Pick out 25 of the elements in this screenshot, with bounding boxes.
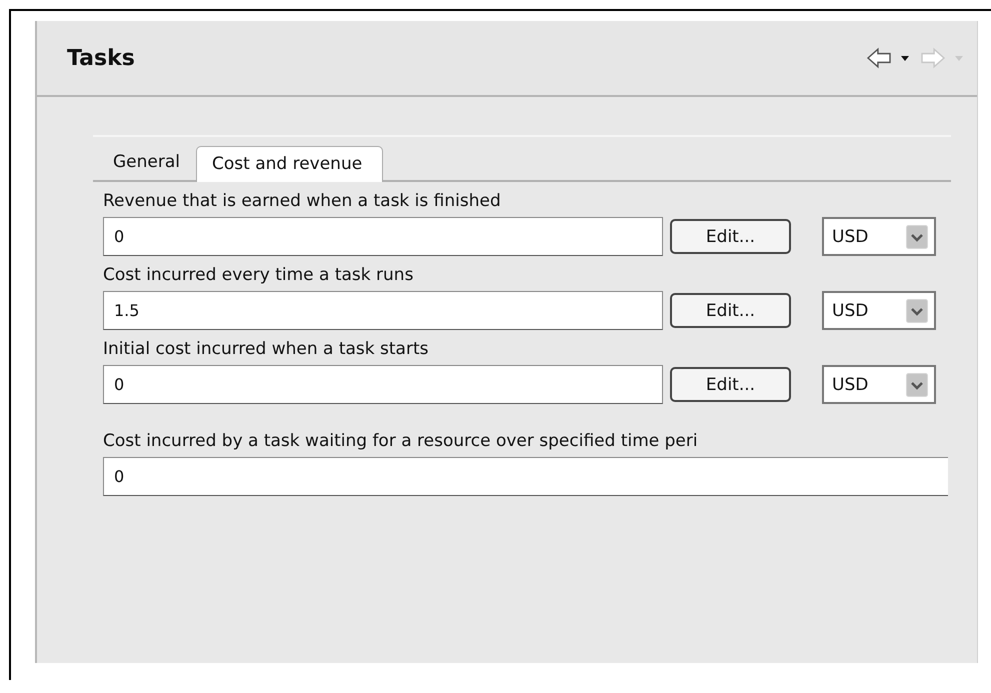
currency-dropdown[interactable]: USD xyxy=(822,291,936,330)
text-field[interactable]: 0 xyxy=(103,365,663,404)
right-arrow-icon xyxy=(919,47,947,69)
currency-dropdown[interactable]: USD xyxy=(822,217,936,256)
edit-button[interactable]: Edit... xyxy=(670,219,791,254)
currency-dropdown[interactable]: USD xyxy=(822,365,936,404)
tab[interactable]: General xyxy=(93,145,194,180)
field-label: Cost incurred every time a task runs xyxy=(103,264,414,287)
text-field[interactable]: 1.5 xyxy=(103,291,663,330)
caret-icon xyxy=(955,56,963,60)
field-label: Cost incurred by a task waiting for a resource over specified time peri xyxy=(103,430,699,453)
field-label: Revenue that is earned when a task is finished xyxy=(103,190,502,213)
text-field[interactable]: 0 xyxy=(103,457,948,496)
chevron-down-icon xyxy=(906,372,928,398)
caret-icon xyxy=(901,56,909,60)
chevron-down-icon xyxy=(906,298,928,324)
text-field[interactable]: 0 xyxy=(103,217,663,256)
field-label: Initial cost incurred when a task starts xyxy=(103,338,430,361)
edit-button[interactable]: Edit... xyxy=(670,293,791,328)
edit-button[interactable]: Edit... xyxy=(670,367,791,402)
panel-title: Tasks xyxy=(67,46,135,70)
left-arrow-icon xyxy=(865,47,893,69)
back-button[interactable] xyxy=(865,47,909,69)
chevron-down-icon xyxy=(906,224,928,250)
tab[interactable]: Cost and revenue xyxy=(196,146,384,182)
